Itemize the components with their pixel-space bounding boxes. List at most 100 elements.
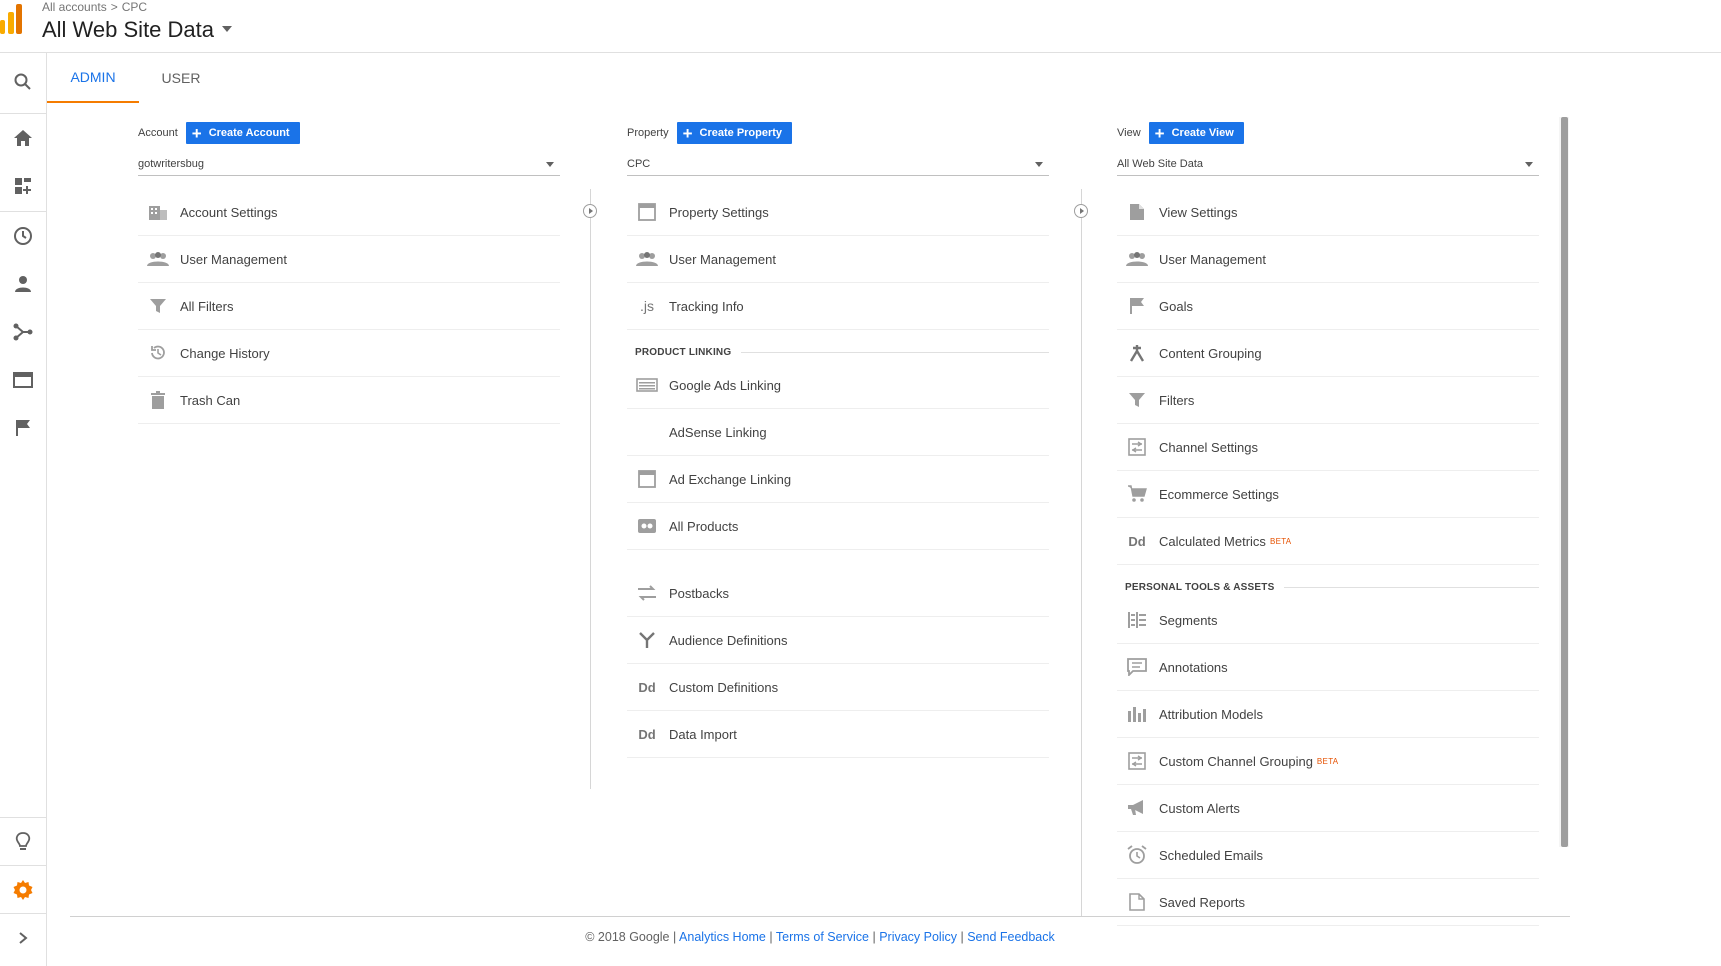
account-column-header: Account + Create Account bbox=[138, 122, 300, 144]
menu-item-adsense-linking[interactable]: AdSense Linking bbox=[627, 409, 1049, 456]
annotation-icon bbox=[1125, 657, 1149, 677]
analytics-logo-icon[interactable] bbox=[0, 4, 22, 34]
menu-item-label: Data Import bbox=[669, 726, 737, 742]
menu-item-saved-reports[interactable]: Saved Reports bbox=[1117, 879, 1539, 926]
trash-icon bbox=[146, 390, 170, 410]
menu-item-tracking-info[interactable]: .js Tracking Info bbox=[627, 283, 1049, 330]
home-icon[interactable] bbox=[0, 115, 46, 161]
menu-item-annotations[interactable]: Annotations bbox=[1117, 644, 1539, 691]
customization-icon[interactable] bbox=[0, 163, 46, 209]
admin-gear-icon[interactable] bbox=[0, 867, 46, 913]
menu-item-label: Account Settings bbox=[180, 204, 278, 220]
menu-item-google-ads-linking[interactable]: Google Ads Linking bbox=[627, 362, 1049, 409]
account-menu: Account Settings User Management All Fil… bbox=[138, 189, 560, 424]
privacy-policy-link[interactable]: Privacy Policy bbox=[879, 930, 957, 944]
menu-item-label: User Management bbox=[669, 251, 776, 267]
menu-item-label: Custom Alerts bbox=[1159, 800, 1240, 816]
terms-of-service-link[interactable]: Terms of Service bbox=[776, 930, 869, 944]
create-account-label: Create Account bbox=[208, 127, 290, 139]
breadcrumb-all-accounts[interactable]: All accounts bbox=[42, 0, 107, 14]
property-selector[interactable]: CPC bbox=[627, 154, 1049, 176]
realtime-clock-icon[interactable] bbox=[0, 213, 46, 259]
menu-item-label: Calculated Metrics bbox=[1159, 533, 1266, 549]
property-selected-value: CPC bbox=[627, 158, 651, 170]
menu-item-attribution-models[interactable]: Attribution Models bbox=[1117, 691, 1539, 738]
view-selector[interactable]: All Web Site Data bbox=[42, 17, 233, 43]
people-icon bbox=[1125, 249, 1149, 269]
arrow-right-icon bbox=[583, 204, 597, 218]
menu-item-all-filters[interactable]: All Filters bbox=[138, 283, 560, 330]
send-feedback-link[interactable]: Send Feedback bbox=[967, 930, 1055, 944]
menu-item-scheduled-emails[interactable]: Scheduled Emails bbox=[1117, 832, 1539, 879]
menu-item-postbacks[interactable]: Postbacks bbox=[627, 570, 1049, 617]
create-property-button[interactable]: + Create Property bbox=[676, 122, 793, 144]
page-title[interactable]: All Web Site Data bbox=[42, 17, 214, 42]
menu-item-audience-definitions[interactable]: Audience Definitions bbox=[627, 617, 1049, 664]
create-view-button[interactable]: + Create View bbox=[1148, 122, 1244, 144]
postbacks-icon bbox=[635, 583, 659, 603]
dd-icon: Dd bbox=[1128, 533, 1146, 549]
beta-badge: BETA bbox=[1316, 756, 1339, 766]
menu-item-label: Goals bbox=[1159, 298, 1193, 314]
menu-item-label: User Management bbox=[1159, 251, 1266, 267]
view-selector[interactable]: All Web Site Data bbox=[1117, 154, 1539, 176]
create-account-button[interactable]: + Create Account bbox=[185, 122, 300, 144]
audience-person-icon[interactable] bbox=[0, 261, 46, 307]
menu-item-view-settings[interactable]: View Settings bbox=[1117, 189, 1539, 236]
chevron-down-icon[interactable] bbox=[222, 26, 233, 33]
menu-item-account-settings[interactable]: Account Settings bbox=[138, 189, 560, 236]
plus-icon: + bbox=[191, 123, 202, 143]
megaphone-icon bbox=[1125, 798, 1149, 818]
top-header: All accounts > CPC All Web Site Data bbox=[0, 0, 1721, 53]
menu-item-data-import[interactable]: Dd Data Import bbox=[627, 711, 1049, 758]
menu-item-trash-can[interactable]: Trash Can bbox=[138, 377, 560, 424]
section-label: PRODUCT LINKING bbox=[635, 347, 732, 358]
breadcrumb-cpc[interactable]: CPC bbox=[122, 0, 147, 14]
menu-item-ad-exchange-linking[interactable]: Ad Exchange Linking bbox=[627, 456, 1049, 503]
cart-icon bbox=[1125, 484, 1149, 504]
menu-item-channel-settings[interactable]: Channel Settings bbox=[1117, 424, 1539, 471]
scrollbar-thumb[interactable] bbox=[1561, 117, 1568, 847]
tab-user[interactable]: USER bbox=[139, 53, 223, 103]
adsense-icon bbox=[635, 422, 659, 442]
dd-icon: Dd bbox=[638, 679, 656, 695]
flag-icon bbox=[1125, 296, 1149, 316]
menu-item-label: User Management bbox=[180, 251, 287, 267]
menu-item-filters[interactable]: Filters bbox=[1117, 377, 1539, 424]
content-grouping-icon bbox=[1125, 343, 1149, 363]
tab-admin[interactable]: ADMIN bbox=[47, 53, 139, 103]
audience-fork-icon bbox=[635, 630, 659, 650]
menu-item-user-management[interactable]: User Management bbox=[627, 236, 1049, 283]
menu-item-segments[interactable]: Segments bbox=[1117, 597, 1539, 644]
discover-bulb-icon[interactable] bbox=[0, 819, 46, 865]
menu-item-label: Audience Definitions bbox=[669, 632, 788, 648]
menu-item-goals[interactable]: Goals bbox=[1117, 283, 1539, 330]
breadcrumb[interactable]: All accounts > CPC bbox=[42, 0, 147, 14]
conversions-flag-icon[interactable] bbox=[0, 405, 46, 451]
menu-item-custom-channel-grouping[interactable]: Custom Channel Grouping BETA bbox=[1117, 738, 1539, 785]
menu-item-custom-definitions[interactable]: Dd Custom Definitions bbox=[627, 664, 1049, 711]
search-icon[interactable] bbox=[0, 59, 46, 105]
menu-item-ecommerce-settings[interactable]: Ecommerce Settings bbox=[1117, 471, 1539, 518]
acquisition-icon[interactable] bbox=[0, 309, 46, 355]
menu-item-label: Annotations bbox=[1159, 659, 1228, 675]
building-icon bbox=[146, 202, 170, 222]
copyright-text: © 2018 Google bbox=[585, 930, 670, 944]
account-selector[interactable]: gotwritersbug bbox=[138, 154, 560, 176]
menu-item-content-grouping[interactable]: Content Grouping bbox=[1117, 330, 1539, 377]
menu-item-calculated-metrics[interactable]: Dd Calculated Metrics BETA bbox=[1117, 518, 1539, 565]
chevron-down-icon bbox=[1525, 162, 1533, 167]
bar-chart-icon bbox=[1125, 704, 1149, 724]
menu-item-user-management[interactable]: User Management bbox=[1117, 236, 1539, 283]
menu-item-label: Google Ads Linking bbox=[669, 377, 782, 393]
footer-separator: | bbox=[960, 930, 964, 944]
history-icon bbox=[146, 343, 170, 363]
analytics-home-link[interactable]: Analytics Home bbox=[679, 930, 766, 944]
menu-item-all-products[interactable]: All Products bbox=[627, 503, 1049, 550]
menu-item-property-settings[interactable]: Property Settings bbox=[627, 189, 1049, 236]
menu-item-change-history[interactable]: Change History bbox=[138, 330, 560, 377]
menu-item-user-management[interactable]: User Management bbox=[138, 236, 560, 283]
menu-item-custom-alerts[interactable]: Custom Alerts bbox=[1117, 785, 1539, 832]
menu-item-label: Attribution Models bbox=[1159, 706, 1264, 722]
behavior-icon[interactable] bbox=[0, 357, 46, 403]
